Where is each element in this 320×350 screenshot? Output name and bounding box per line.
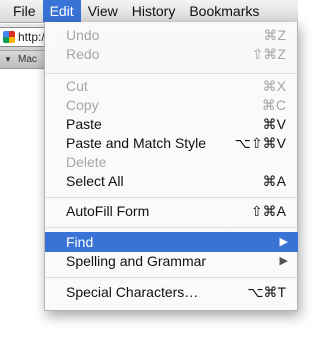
menu-item-redo[interactable]: Redo ⇧⌘Z bbox=[45, 44, 298, 64]
menu-view[interactable]: View bbox=[81, 0, 125, 22]
menu-bar: File Edit View History Bookmarks bbox=[0, 0, 298, 23]
menu-item-label: Delete bbox=[66, 154, 107, 170]
menu-item-shortcut: ⇧⌘A bbox=[250, 203, 286, 219]
menu-item-spelling-and-grammar[interactable]: Spelling and Grammar ▶ bbox=[45, 251, 298, 271]
menu-item-special-characters[interactable]: Special Characters… ⌥⌘T bbox=[45, 282, 298, 302]
menu-item-shortcut: ⌘V bbox=[262, 116, 286, 132]
bookmarks-dropdown-icon[interactable]: ▼ bbox=[4, 51, 12, 68]
menu-item-shortcut: ⌘A bbox=[262, 173, 286, 189]
submenu-arrow-icon: ▶ bbox=[279, 255, 288, 267]
menu-item-label: Find bbox=[66, 234, 94, 250]
menu-item-cut[interactable]: Cut ⌘X bbox=[45, 76, 298, 96]
menu-item-shortcut: ⌥⇧⌘V bbox=[234, 135, 286, 151]
menu-item-label: Redo bbox=[66, 46, 100, 62]
menu-separator bbox=[46, 73, 297, 74]
menu-item-shortcut: ⌘X bbox=[262, 78, 286, 94]
menu-history[interactable]: History bbox=[125, 0, 183, 22]
menu-item-autofill-form[interactable]: AutoFill Form ⇧⌘A bbox=[45, 201, 298, 221]
menu-item-copy[interactable]: Copy ⌘C bbox=[45, 95, 298, 115]
menu-item-shortcut: ⌘C bbox=[261, 97, 286, 113]
menu-item-find[interactable]: Find ▶ bbox=[45, 232, 298, 252]
edit-menu: Undo ⌘Z Redo ⇧⌘Z Cut ⌘X Copy ⌘C Paste ⌘V… bbox=[44, 22, 298, 311]
address-bar-text: http:/ bbox=[18, 30, 45, 44]
menu-item-undo[interactable]: Undo ⌘Z bbox=[45, 25, 298, 45]
menu-item-label: Undo bbox=[66, 27, 100, 43]
menu-item-shortcut: ⌘Z bbox=[263, 27, 286, 43]
menu-item-label: Copy bbox=[66, 97, 99, 113]
menu-item-label: Select All bbox=[66, 173, 124, 189]
menu-separator bbox=[46, 197, 297, 198]
menu-item-paste-and-match-style[interactable]: Paste and Match Style ⌥⇧⌘V bbox=[45, 133, 298, 153]
menu-item-label: Paste bbox=[66, 116, 102, 132]
bookmark-item[interactable]: Mac bbox=[18, 51, 37, 68]
menu-bookmarks[interactable]: Bookmarks bbox=[182, 0, 266, 22]
menu-item-label: Paste and Match Style bbox=[66, 135, 207, 151]
menu-item-delete[interactable]: Delete bbox=[45, 152, 298, 172]
menu-separator bbox=[46, 227, 297, 228]
site-favicon-icon bbox=[3, 31, 15, 43]
menu-item-label: Spelling and Grammar bbox=[66, 253, 207, 269]
menu-item-shortcut: ⌥⌘T bbox=[247, 284, 286, 300]
menu-item-shortcut: ⇧⌘Z bbox=[251, 46, 286, 62]
menu-item-select-all[interactable]: Select All ⌘A bbox=[45, 171, 298, 191]
menu-file[interactable]: File bbox=[0, 0, 43, 22]
menu-item-paste[interactable]: Paste ⌘V bbox=[45, 114, 298, 134]
menu-item-label: AutoFill Form bbox=[66, 203, 150, 219]
menu-separator bbox=[46, 277, 297, 278]
submenu-arrow-icon: ▶ bbox=[279, 236, 288, 248]
menu-item-label: Cut bbox=[66, 78, 88, 94]
menu-item-label: Special Characters… bbox=[66, 284, 199, 300]
menu-edit[interactable]: Edit bbox=[42, 0, 81, 22]
